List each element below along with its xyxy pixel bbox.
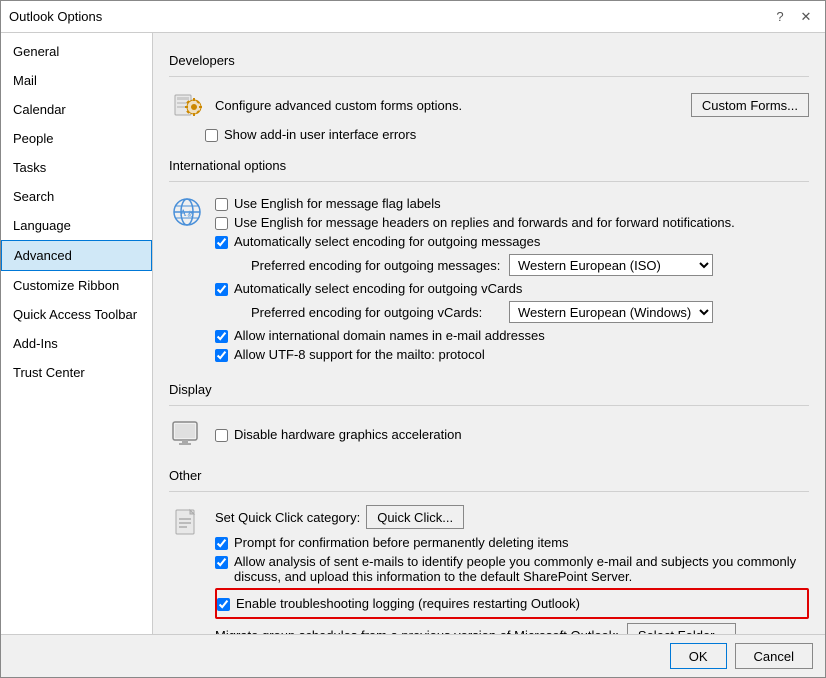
quick-click-button[interactable]: Quick Click... [366,505,464,529]
migrate-row: Migrate group schedules from a previous … [215,623,809,634]
auto-select-encoding-checkbox[interactable] [215,236,228,249]
developers-title: Developers [169,53,809,70]
content-wrapper: Developers [153,33,825,634]
allow-analysis-checkbox[interactable] [215,556,228,569]
sidebar-item-mail[interactable]: Mail [1,66,152,95]
other-icon [169,506,205,542]
show-addin-errors-checkbox[interactable] [205,129,218,142]
sidebar-item-calendar[interactable]: Calendar [1,95,152,124]
sidebar-item-customize-ribbon[interactable]: Customize Ribbon [1,271,152,300]
migrate-label: Migrate group schedules from a previous … [215,628,619,635]
enable-troubleshooting-checkbox[interactable] [217,598,230,611]
sidebar-item-tasks[interactable]: Tasks [1,153,152,182]
sidebar-item-quick-access[interactable]: Quick Access Toolbar [1,300,152,329]
use-english-headers-checkbox[interactable] [215,217,228,230]
pref-encoding-outgoing-row: Preferred encoding for outgoing messages… [251,254,809,276]
disable-hardware-row: Disable hardware graphics acceleration [215,427,462,442]
allow-intl-domain-row: Allow international domain names in e-ma… [215,328,809,343]
use-english-headers-label: Use English for message headers on repli… [234,215,735,230]
developers-divider [169,76,809,77]
cancel-button[interactable]: Cancel [735,643,813,669]
other-divider [169,491,809,492]
other-options-list: Set Quick Click category: Quick Click...… [215,502,809,634]
prompt-confirm-checkbox[interactable] [215,537,228,550]
quick-click-row: Set Quick Click category: Quick Click... [215,505,809,529]
close-button[interactable]: ✕ [795,6,817,28]
allow-utf8-checkbox[interactable] [215,349,228,362]
pref-encoding-vcards-select[interactable]: Western European (Windows) Unicode (UTF-… [509,301,713,323]
sidebar-item-search[interactable]: Search [1,182,152,211]
international-options-list: Use English for message flag labels Use … [215,192,809,366]
display-section: Display Disa [169,382,809,452]
use-english-flags-label: Use English for message flag labels [234,196,441,211]
international-title: International options [169,158,809,175]
developers-icon [169,87,205,123]
troubleshooting-highlight: Enable troubleshooting logging (requires… [215,588,809,619]
titlebar: Outlook Options ? ✕ [1,1,825,33]
pref-encoding-outgoing-select[interactable]: Western European (ISO) Unicode (UTF-8) W… [509,254,713,276]
titlebar-controls: ? ✕ [769,6,817,28]
auto-select-encoding-label: Automatically select encoding for outgoi… [234,234,540,249]
prompt-confirm-label: Prompt for confirmation before permanent… [234,535,569,550]
language-icon: A あ [169,194,205,230]
svg-text:あ: あ [187,210,194,218]
enable-troubleshooting-label: Enable troubleshooting logging (requires… [236,596,580,611]
outlook-options-dialog: Outlook Options ? ✕ General Mail Calenda… [0,0,826,678]
show-addin-errors-label: Show add-in user interface errors [224,127,416,142]
auto-select-vcards-row: Automatically select encoding for outgoi… [215,281,809,296]
auto-select-encoding-row: Automatically select encoding for outgoi… [215,234,809,249]
allow-utf8-label: Allow UTF-8 support for the mailto: prot… [234,347,485,362]
allow-utf8-row: Allow UTF-8 support for the mailto: prot… [215,347,809,362]
international-divider [169,181,809,182]
sidebar-item-general[interactable]: General [1,37,152,66]
other-section: Other [169,468,809,634]
quick-click-label: Set Quick Click category: [215,510,360,525]
international-section: International options A あ [169,158,809,366]
sidebar: General Mail Calendar People Tasks Searc… [1,33,153,634]
prompt-confirm-row: Prompt for confirmation before permanent… [215,535,809,550]
auto-select-vcards-checkbox[interactable] [215,283,228,296]
auto-select-vcards-label: Automatically select encoding for outgoi… [234,281,522,296]
gear-icon [169,87,205,123]
other-title: Other [169,468,809,485]
developers-left: Configure advanced custom forms options. [169,87,462,123]
allow-intl-domain-checkbox[interactable] [215,330,228,343]
display-divider [169,405,809,406]
allow-analysis-label: Allow analysis of sent e-mails to identi… [234,554,809,584]
pref-encoding-vcards-label: Preferred encoding for outgoing vCards: [251,305,501,320]
developers-section: Developers [169,53,809,142]
enable-troubleshooting-row: Enable troubleshooting logging (requires… [217,596,807,611]
document-icon [169,506,205,542]
developers-top-row: Configure advanced custom forms options.… [169,87,809,123]
monitor-icon [169,416,205,452]
select-folder-button[interactable]: Select Folder... [627,623,736,634]
sidebar-item-add-ins[interactable]: Add-Ins [1,329,152,358]
display-icon [169,416,205,452]
international-icon: A あ [169,194,205,230]
disable-hardware-label: Disable hardware graphics acceleration [234,427,462,442]
sidebar-item-trust-center[interactable]: Trust Center [1,358,152,387]
svg-text:A: A [180,208,187,218]
use-english-flags-checkbox[interactable] [215,198,228,211]
sidebar-item-people[interactable]: People [1,124,152,153]
dialog-footer: OK Cancel [1,634,825,677]
help-button[interactable]: ? [769,6,791,28]
dialog-body: General Mail Calendar People Tasks Searc… [1,33,825,634]
allow-analysis-row: Allow analysis of sent e-mails to identi… [215,554,809,584]
show-addin-errors-row: Show add-in user interface errors [205,127,809,142]
display-title: Display [169,382,809,399]
dialog-title: Outlook Options [9,9,102,24]
sidebar-item-advanced[interactable]: Advanced [1,240,152,271]
content-scroll: Developers [153,33,825,634]
use-english-headers-row: Use English for message headers on repli… [215,215,809,230]
use-english-flags-row: Use English for message flag labels [215,196,809,211]
configure-text: Configure advanced custom forms options. [215,98,462,113]
ok-button[interactable]: OK [670,643,727,669]
disable-hardware-checkbox[interactable] [215,429,228,442]
pref-encoding-outgoing-label: Preferred encoding for outgoing messages… [251,258,501,273]
sidebar-item-language[interactable]: Language [1,211,152,240]
allow-intl-domain-label: Allow international domain names in e-ma… [234,328,545,343]
pref-encoding-vcards-row: Preferred encoding for outgoing vCards: … [251,301,809,323]
custom-forms-button[interactable]: Custom Forms... [691,93,809,117]
